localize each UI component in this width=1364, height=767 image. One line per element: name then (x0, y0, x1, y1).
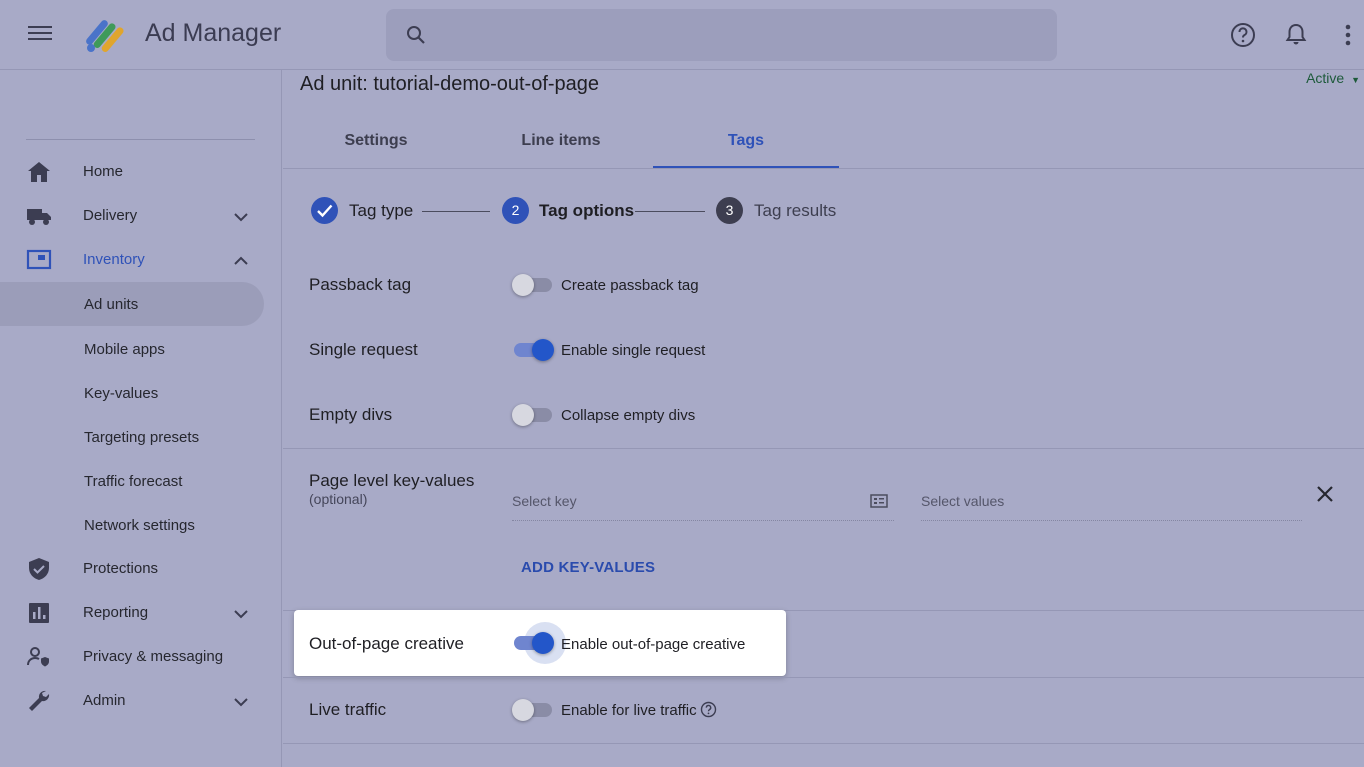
page-title: Ad unit: tutorial-demo-out-of-page (300, 73, 600, 95)
sidebar-item-label: Inventory (83, 251, 145, 268)
sidebar-subitem-traffic-forecast[interactable]: Traffic forecast (0, 459, 264, 503)
key-values-optional: (optional) (309, 491, 368, 507)
chevron-up-icon (234, 256, 248, 265)
hamburger-menu-icon[interactable] (26, 22, 54, 48)
sidebar-item-reporting[interactable]: Reporting (0, 591, 282, 635)
sidebar-item-delivery[interactable]: Delivery (0, 194, 282, 238)
sidebar-item-label: Protections (83, 560, 159, 577)
sidebar-subitem-label: Network settings (84, 517, 195, 534)
close-icon[interactable] (1315, 484, 1335, 504)
step-done-check-icon (311, 197, 338, 224)
sidebar-subitem-mobile-apps[interactable]: Mobile apps (0, 327, 264, 371)
out-of-page-toggle-text: Enable out-of-page creative (561, 636, 746, 653)
shield-icon (29, 558, 49, 580)
live-traffic-toggle[interactable] (512, 696, 554, 724)
sidebar-subitem-targeting-presets[interactable]: Targeting presets (0, 415, 264, 459)
add-key-values-button[interactable]: ADD KEY-VALUES (521, 559, 655, 576)
passback-toggle-text: Create passback tag (561, 277, 699, 294)
help-circle-icon[interactable] (700, 701, 717, 718)
chevron-down-icon (234, 610, 248, 619)
key-list-icon[interactable] (870, 494, 888, 508)
chevron-down-icon (234, 213, 248, 222)
section-divider (283, 743, 1364, 744)
passback-toggle[interactable] (512, 271, 554, 299)
select-values-input[interactable]: Select values (921, 489, 1302, 521)
step-label-tag-options: Tag options (539, 201, 635, 220)
sidebar-nav: Home Delivery Inventory Ad units Mobile … (0, 70, 282, 767)
empty-divs-toggle[interactable] (512, 401, 554, 429)
empty-divs-toggle-text: Collapse empty divs (561, 407, 696, 424)
sidebar-item-label: Reporting (83, 604, 149, 621)
sidebar-subitem-key-values[interactable]: Key-values (0, 371, 264, 415)
step-connector (422, 211, 490, 212)
sidebar-item-label: Privacy & messaging (83, 648, 224, 665)
sidebar-subitem-ad-units[interactable]: Ad units (0, 282, 264, 326)
top-app-bar: Ad Manager (0, 0, 1364, 70)
sidebar-item-inventory[interactable]: Inventory (0, 238, 282, 282)
step-label-tag-type: Tag type (349, 201, 414, 220)
sidebar-item-protections[interactable]: Protections (0, 547, 282, 591)
home-icon (28, 162, 50, 182)
status-dropdown[interactable]: Active ▼ (1306, 70, 1360, 86)
notifications-bell-icon[interactable] (1283, 22, 1309, 48)
caret-down-icon: ▼ (1351, 75, 1360, 85)
search-icon (407, 26, 425, 44)
tab-settings[interactable]: Settings (283, 110, 469, 168)
sidebar-subitem-network-settings[interactable]: Network settings (0, 503, 264, 547)
single-request-label: Single request (309, 340, 418, 359)
sidebar-subitem-label: Traffic forecast (84, 473, 183, 490)
select-values-placeholder: Select values (921, 493, 1005, 509)
sidebar-subitem-label: Key-values (84, 385, 159, 402)
single-request-toggle-text: Enable single request (561, 342, 706, 359)
tab-bar: Settings Line items Tags (283, 110, 1364, 169)
bar-chart-icon (29, 603, 49, 623)
live-traffic-label: Live traffic (309, 700, 387, 719)
select-key-placeholder: Select key (512, 493, 577, 509)
key-values-label: Page level key-values (309, 471, 475, 490)
sidebar-subitem-label: Ad units (84, 296, 139, 313)
step-connector (635, 211, 705, 212)
step-label-tag-results: Tag results (754, 201, 837, 220)
empty-divs-label: Empty divs (309, 405, 393, 424)
select-key-input[interactable]: Select key (512, 489, 894, 521)
out-of-page-label: Out-of-page creative (309, 634, 464, 653)
sidebar-item-label: Home (83, 163, 124, 180)
section-divider (283, 448, 1364, 449)
sidebar-item-label: Admin (83, 692, 126, 709)
section-divider (283, 677, 1364, 678)
help-icon[interactable] (1230, 22, 1256, 48)
sidebar-item-privacy-messaging[interactable]: Privacy & messaging (0, 635, 282, 679)
wrench-icon (29, 690, 50, 711)
sidebar-item-label: Delivery (83, 207, 138, 224)
sidebar-item-admin[interactable]: Admin (0, 679, 282, 723)
step-number: 2 (502, 197, 529, 224)
sidebar-subitem-label: Mobile apps (84, 341, 165, 358)
passback-label: Passback tag (309, 275, 412, 294)
tab-tags[interactable]: Tags (653, 110, 839, 168)
chevron-down-icon (234, 698, 248, 707)
live-traffic-toggle-text: Enable for live traffic (561, 702, 697, 719)
inventory-icon (26, 249, 52, 270)
sidebar-item-home[interactable]: Home (0, 150, 282, 194)
single-request-toggle[interactable] (512, 336, 554, 364)
tag-stepper: Tag type 2 Tag options 3 Tag results (311, 197, 871, 225)
more-vert-icon[interactable] (1337, 22, 1359, 48)
status-label: Active (1306, 70, 1345, 86)
out-of-page-toggle[interactable] (512, 622, 566, 664)
sidebar-divider (26, 139, 255, 140)
search-bar[interactable] (386, 9, 1057, 61)
step-number: 3 (716, 197, 743, 224)
ad-manager-logo (86, 20, 124, 52)
tab-line-items[interactable]: Line items (468, 110, 654, 168)
truck-icon (27, 209, 51, 225)
app-title: Ad Manager (145, 19, 282, 47)
main-content: Ad unit: tutorial-demo-out-of-page Activ… (283, 70, 1364, 767)
sidebar-subitem-label: Targeting presets (84, 429, 200, 446)
person-shield-icon (27, 647, 49, 667)
